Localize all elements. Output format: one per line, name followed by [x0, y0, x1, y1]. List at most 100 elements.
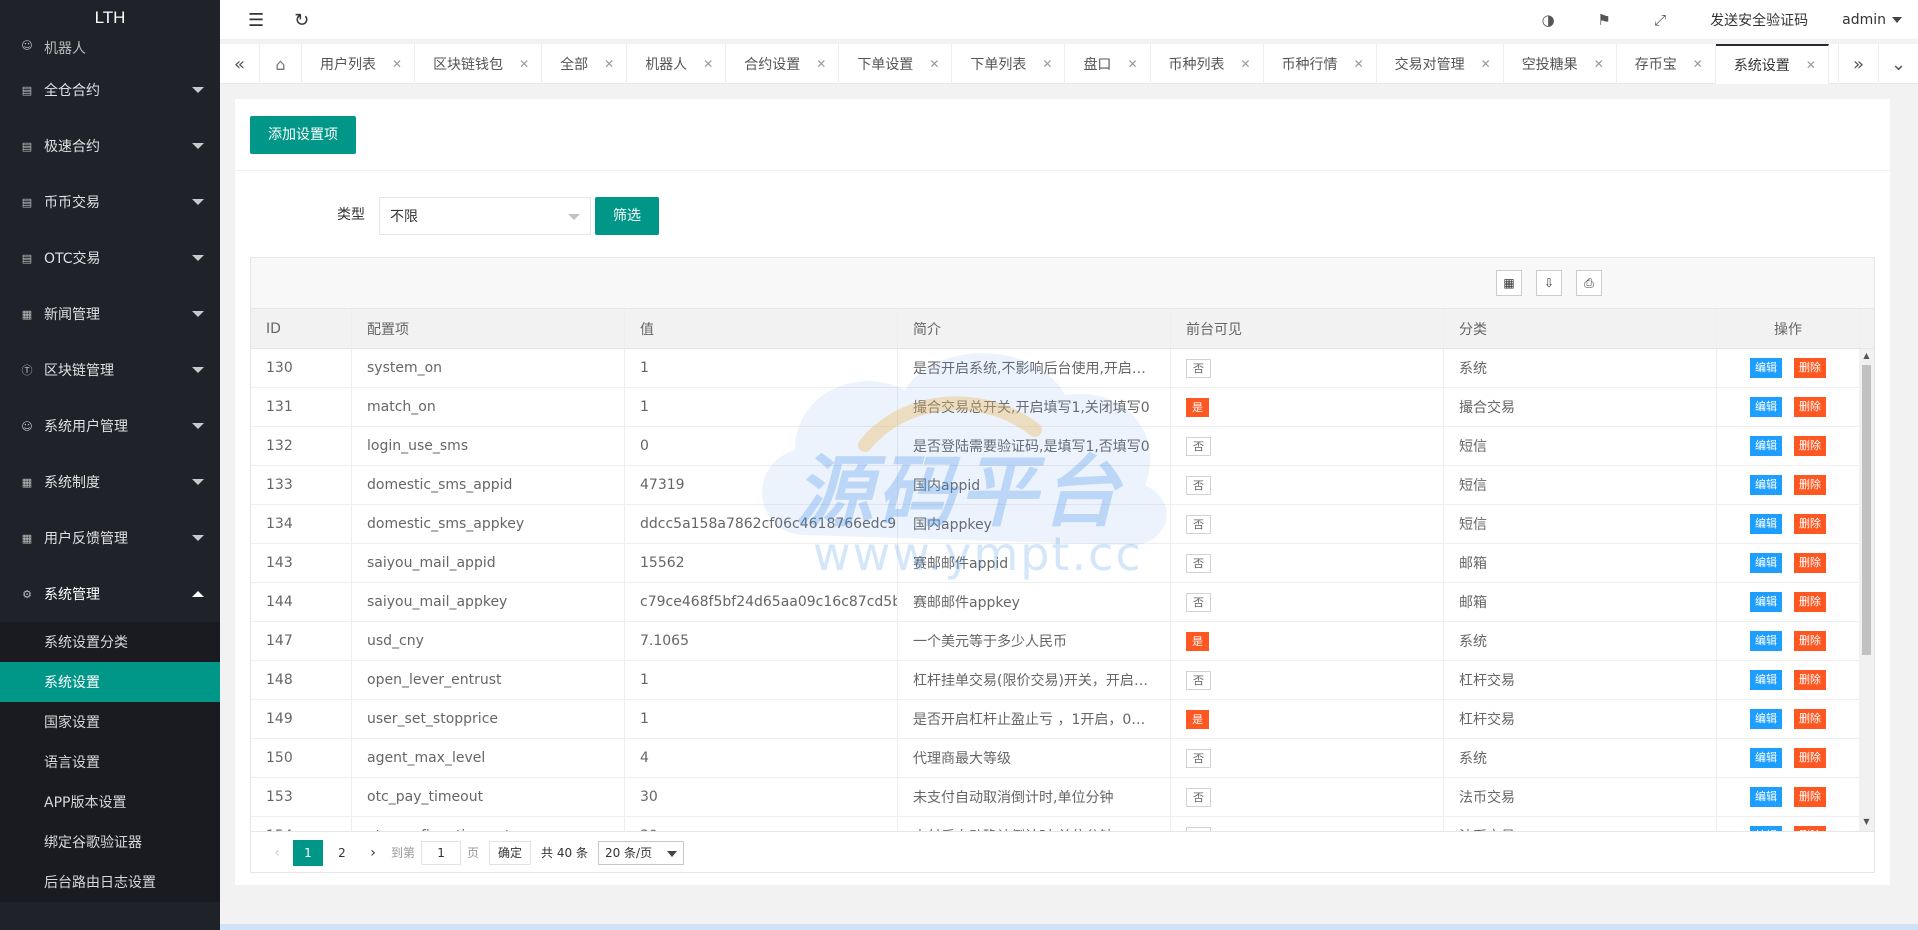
tab-13[interactable]: 系统设置 ✕ — [1715, 44, 1829, 84]
filter-button[interactable]: 筛选 — [595, 197, 659, 235]
submenu-item-0[interactable]: 系统设置分类 — [0, 622, 220, 662]
close-icon[interactable]: ✕ — [1354, 57, 1364, 71]
edit-button[interactable]: 编辑 — [1750, 514, 1782, 534]
submenu-item-4[interactable]: APP版本设置 — [0, 782, 220, 822]
close-icon[interactable]: ✕ — [604, 57, 614, 71]
delete-button[interactable]: 删除 — [1794, 514, 1826, 534]
edit-button[interactable]: 编辑 — [1750, 631, 1782, 651]
add-setting-button[interactable]: 添加设置项 — [250, 115, 356, 154]
scroll-up-icon[interactable]: ▲ — [1859, 351, 1874, 365]
close-icon[interactable]: ✕ — [703, 57, 713, 71]
send-sms-code-link[interactable]: 发送安全验证码 — [1688, 10, 1830, 30]
delete-button[interactable]: 删除 — [1794, 358, 1826, 378]
sidebar-item-0[interactable]: ▤ 全仓合约 — [0, 62, 220, 118]
delete-button[interactable]: 删除 — [1794, 670, 1826, 690]
close-icon[interactable]: ✕ — [1042, 57, 1052, 71]
tab-12[interactable]: 存币宝 ✕ — [1617, 44, 1716, 84]
tabs-scroll-right-icon[interactable]: » — [1838, 44, 1878, 84]
close-icon[interactable]: ✕ — [1481, 57, 1491, 71]
close-icon[interactable]: ✕ — [392, 57, 402, 71]
goto-confirm-button[interactable]: 确定 — [489, 840, 532, 865]
close-icon[interactable]: ✕ — [1594, 57, 1604, 71]
edit-button[interactable]: 编辑 — [1750, 553, 1782, 573]
edit-button[interactable]: 编辑 — [1750, 709, 1782, 729]
page-number[interactable]: 1 — [293, 839, 323, 866]
edit-button[interactable]: 编辑 — [1750, 787, 1782, 807]
page-number[interactable]: 2 — [327, 840, 357, 866]
delete-button[interactable]: 删除 — [1794, 631, 1826, 651]
home-icon[interactable]: ⌂ — [260, 44, 302, 84]
sidebar-item-system-management[interactable]: ⚙ 系统管理 — [0, 566, 220, 622]
sidebar-item-7[interactable]: ▦ 系统制度 — [0, 454, 220, 510]
delete-button[interactable]: 删除 — [1794, 592, 1826, 612]
submenu-item-1[interactable]: 系统设置 — [0, 662, 220, 702]
delete-button[interactable]: 删除 — [1794, 748, 1826, 768]
close-icon[interactable]: ✕ — [1241, 57, 1251, 71]
edit-button[interactable]: 编辑 — [1750, 592, 1782, 612]
collapse-sidebar-icon[interactable]: ☰ — [248, 10, 264, 31]
tag-icon[interactable]: ⚑ — [1576, 11, 1632, 29]
columns-filter-icon[interactable]: ▦ — [1496, 270, 1522, 296]
tab-1[interactable]: 区块链钱包 ✕ — [415, 44, 543, 84]
tab-0[interactable]: 用户列表 ✕ — [302, 44, 416, 84]
edit-button[interactable]: 编辑 — [1750, 358, 1782, 378]
sidebar-item-4[interactable]: ▦ 新闻管理 — [0, 286, 220, 342]
delete-button[interactable]: 删除 — [1794, 436, 1826, 456]
next-page-icon[interactable]: › — [361, 845, 385, 861]
tab-4[interactable]: 合约设置 ✕ — [726, 44, 840, 84]
tabs-menu-chevron-icon[interactable]: ⌄ — [1878, 44, 1918, 84]
goto-page-input[interactable]: 1 — [421, 840, 462, 865]
page-size-select[interactable]: 20 条/页 — [597, 840, 684, 865]
sidebar-item-2[interactable]: ▤ 币币交易 — [0, 174, 220, 230]
edit-button[interactable]: 编辑 — [1750, 475, 1782, 495]
palette-icon[interactable]: ◑ — [1520, 11, 1576, 29]
refresh-icon[interactable]: ↻ — [294, 10, 309, 31]
submenu-item-3[interactable]: 语言设置 — [0, 742, 220, 782]
print-icon[interactable]: ⎙ — [1576, 270, 1602, 296]
delete-button[interactable]: 删除 — [1794, 475, 1826, 495]
close-icon[interactable]: ✕ — [1806, 58, 1816, 72]
tab-6[interactable]: 下单列表 ✕ — [952, 44, 1066, 84]
sidebar-item-8[interactable]: ▦ 用户反馈管理 — [0, 510, 220, 566]
sidebar-item-6[interactable]: ☺ 系统用户管理 — [0, 398, 220, 454]
close-icon[interactable]: ✕ — [816, 57, 826, 71]
sidebar-item-robot[interactable]: ☺ 机器人 — [0, 36, 220, 62]
edit-button[interactable]: 编辑 — [1750, 748, 1782, 768]
type-select[interactable]: 不限 — [379, 197, 591, 235]
tab-3[interactable]: 机器人 ✕ — [627, 44, 727, 84]
edit-button[interactable]: 编辑 — [1750, 826, 1782, 831]
close-icon[interactable]: ✕ — [1693, 57, 1703, 71]
close-icon[interactable]: ✕ — [519, 57, 529, 71]
edit-button[interactable]: 编辑 — [1750, 670, 1782, 690]
table-scrollbar[interactable]: ▲ ▼ — [1859, 349, 1874, 831]
edit-button[interactable]: 编辑 — [1750, 436, 1782, 456]
tab-9[interactable]: 币种行情 ✕ — [1264, 44, 1377, 84]
tabs-scroll-left-icon[interactable]: « — [220, 44, 260, 84]
delete-button[interactable]: 删除 — [1794, 709, 1826, 729]
sidebar-item-5[interactable]: Ⓣ 区块链管理 — [0, 342, 220, 398]
submenu-item-6[interactable]: 后台路由日志设置 — [0, 862, 220, 902]
delete-button[interactable]: 删除 — [1794, 787, 1826, 807]
delete-button[interactable]: 删除 — [1794, 553, 1826, 573]
export-icon[interactable]: ⇩ — [1536, 270, 1562, 296]
close-icon[interactable]: ✕ — [1127, 57, 1137, 71]
edit-button[interactable]: 编辑 — [1750, 397, 1782, 417]
tab-11[interactable]: 空投糖果 ✕ — [1504, 44, 1617, 84]
submenu-item-5[interactable]: 绑定谷歌验证器 — [0, 822, 220, 862]
sidebar-item-3[interactable]: ▤ OTC交易 — [0, 230, 220, 286]
close-icon[interactable]: ✕ — [929, 57, 939, 71]
prev-page-icon[interactable]: ‹ — [265, 845, 289, 861]
fullscreen-icon[interactable]: ⤢ — [1632, 11, 1688, 29]
scroll-down-icon[interactable]: ▼ — [1859, 817, 1874, 831]
tab-2[interactable]: 全部 ✕ — [542, 44, 628, 84]
submenu-item-2[interactable]: 国家设置 — [0, 702, 220, 742]
tab-7[interactable]: 盘口 ✕ — [1065, 44, 1151, 84]
tab-10[interactable]: 交易对管理 ✕ — [1377, 44, 1504, 84]
delete-button[interactable]: 删除 — [1794, 826, 1826, 831]
scrollbar-thumb[interactable] — [1862, 365, 1871, 655]
tab-5[interactable]: 下单设置 ✕ — [839, 44, 953, 84]
user-menu[interactable]: admin — [1830, 12, 1918, 28]
sidebar-item-1[interactable]: ▤ 极速合约 — [0, 118, 220, 174]
delete-button[interactable]: 删除 — [1794, 397, 1826, 417]
tab-8[interactable]: 币种列表 ✕ — [1151, 44, 1264, 84]
